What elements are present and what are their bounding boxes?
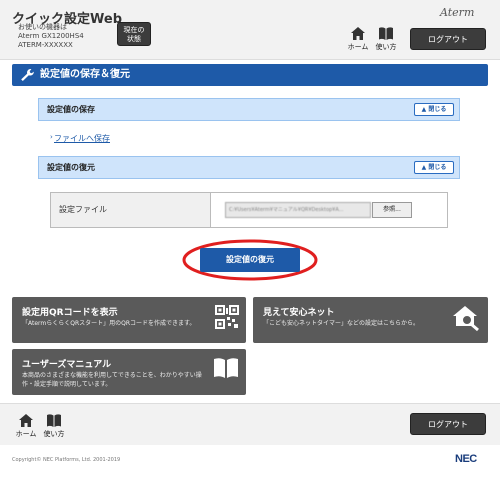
restore-panel-title: 設定値の復元 [47,163,95,172]
footer-help-label: 使い方 [43,430,65,438]
anshin-net-card[interactable]: 見えて安心ネット 「こども安心ネットタイマー」などの設定はこちらから。 [253,297,488,343]
save-panel-close-button[interactable]: ▲ 閉じる [414,103,454,116]
book-icon [214,358,238,378]
manual-card-desc: 本商品のさまざまな機能を利用してできることを、わかりやすい操 作・設定手順で説明… [22,371,202,389]
current-status-button[interactable]: 現在の 状態 [117,22,151,46]
section-title-bar: 設定値の保存＆復元 [12,64,488,86]
wrench-icon [21,69,34,81]
browse-button[interactable]: 参照... [372,202,412,218]
book-icon [47,414,61,427]
status-button-line2: 状態 [127,35,141,43]
copyright: Copyright© NEC Platforms, Ltd. 2001-2019 [12,457,121,463]
save-panel-title: 設定値の保存 [47,105,95,114]
qr-code-card[interactable]: 設定用QRコードを表示 「AtermらくらくQRスタート」用のQRコードを作成で… [12,297,246,343]
restore-settings-button[interactable]: 設定値の復元 [200,248,300,272]
home-icon [351,27,365,40]
footer-bar: ホーム 使い方 ログアウト [0,403,500,445]
restore-panel-close-label: 閉じる [428,164,447,171]
restore-panel-close-button[interactable]: ▲ 閉じる [414,161,454,174]
section-title: 設定値の保存＆復元 [40,69,130,80]
save-panel-close-label: 閉じる [428,106,447,113]
header: クイック設定Web お使いの機器は Aterm GX1200HS4 ATERM-… [0,0,500,60]
manual-card-desc-line2: 作・設定手順で説明しています。 [22,381,112,388]
qr-card-desc: 「AtermらくらくQRスタート」用のQRコードを作成できます。 [22,320,196,327]
home-nav-button[interactable]: ホーム [346,26,370,52]
manual-card-title: ユーザーズマニュアル [22,360,112,370]
settings-file-label: 設定ファイル [51,193,211,227]
brand-logo: Aterm [440,6,475,19]
qr-card-title: 設定用QRコードを表示 [22,308,118,318]
chevron-up-icon: ▲ [421,164,427,171]
qr-code-icon [215,305,239,329]
save-to-file-link[interactable]: ファイルへ保存 [54,133,110,144]
nec-logo: NEC [455,453,477,465]
footer-logout-button[interactable]: ログアウト [410,413,486,435]
anshin-card-title: 見えて安心ネット [263,308,335,318]
device-info: お使いの機器は Aterm GX1200HS4 ATERM-XXXXXX [18,23,84,50]
logout-button[interactable]: ログアウト [410,28,486,50]
settings-file-input[interactable]: C:¥Users¥Aterm¥マニュアル¥QR¥Desktop¥A... [225,202,371,218]
house-search-icon [453,306,479,332]
footer-help-button[interactable]: 使い方 [42,413,66,439]
link-arrow-icon: › [50,133,53,141]
device-model: Aterm GX1200HS4 [18,32,84,40]
footer-home-button[interactable]: ホーム [14,413,38,439]
save-panel-header: 設定値の保存 ▲ 閉じる [38,98,460,121]
anshin-card-desc: 「こども安心ネットタイマー」などの設定はこちらから。 [263,320,420,327]
device-ssid: ATERM-XXXXXX [18,41,73,49]
chevron-up-icon: ▲ [421,106,427,113]
home-icon [19,414,33,427]
status-button-line1: 現在の [123,26,145,34]
manual-card-desc-line1: 本商品のさまざまな機能を利用してできることを、わかりやすい操 [22,372,202,379]
home-nav-label: ホーム [347,43,369,51]
user-manual-card[interactable]: ユーザーズマニュアル 本商品のさまざまな機能を利用してできることを、わかりやすい… [12,349,246,395]
help-nav-button[interactable]: 使い方 [374,26,398,52]
book-icon [379,27,393,40]
footer-home-label: ホーム [15,430,37,438]
help-nav-label: 使い方 [375,43,397,51]
restore-panel-header: 設定値の復元 ▲ 閉じる [38,156,460,179]
device-label: お使いの機器は [18,23,67,31]
